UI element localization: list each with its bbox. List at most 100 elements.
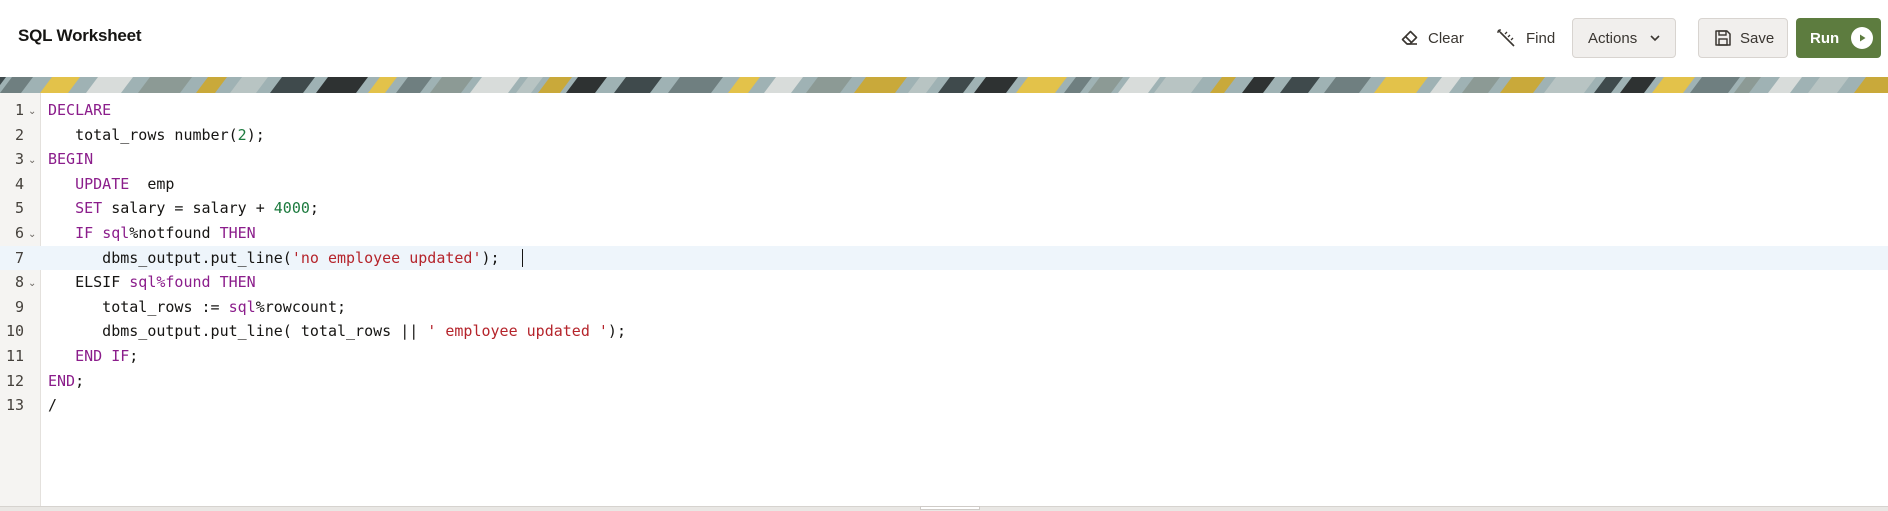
code-token: sql bbox=[102, 223, 130, 242]
code-text: ELSIF sql%found THEN bbox=[48, 270, 256, 295]
code-text: dbms_output.put_line('no employee update… bbox=[48, 246, 523, 271]
code-text: END IF; bbox=[48, 344, 138, 369]
code-token: total_rows := bbox=[48, 297, 229, 316]
code-editor[interactable]: 1 ⌄ DECLARE 2 total_rows number(2); 3 ⌄ BEGIN 4… bbox=[0, 93, 1888, 506]
page-title: SQL Worksheet bbox=[18, 26, 142, 45]
actions-menu-button[interactable]: Actions bbox=[1572, 18, 1676, 58]
code-token: THEN bbox=[219, 273, 256, 292]
code-token: SET bbox=[75, 199, 103, 218]
code-token: 4000 bbox=[273, 199, 310, 218]
magic-wand-icon bbox=[1496, 28, 1518, 48]
code-text: dbms_output.put_line( total_rows || ' em… bbox=[48, 319, 626, 344]
code-line[interactable]: 11 END IF; bbox=[0, 344, 1888, 369]
code-line[interactable]: 7 dbms_output.put_line('no employee upda… bbox=[0, 245, 1888, 271]
code-token: ); bbox=[246, 125, 265, 144]
code-text: END; bbox=[48, 369, 84, 394]
code-line[interactable]: 8 ⌄ ELSIF sql%found THEN bbox=[0, 270, 1888, 295]
text-cursor bbox=[521, 249, 523, 268]
find-label: Find bbox=[1526, 29, 1556, 47]
clear-button[interactable]: Clear bbox=[1400, 18, 1464, 58]
code-text: SET salary = salary + 4000; bbox=[48, 196, 319, 221]
code-line[interactable]: 6 ⌄ IF sql%notfound THEN bbox=[0, 221, 1888, 246]
chevron-down-icon bbox=[1649, 34, 1661, 42]
code-token: END bbox=[75, 346, 103, 365]
worksheet-header: SQL Worksheet Clear Find Actions Save Ru… bbox=[0, 0, 1888, 77]
line-number: 6 bbox=[14, 223, 24, 242]
code-text: UPDATE emp bbox=[48, 172, 174, 197]
find-button[interactable]: Find bbox=[1496, 18, 1555, 58]
code-token: ; bbox=[309, 199, 319, 218]
code-line[interactable]: 12 END; bbox=[0, 369, 1888, 394]
code-token: DECLARE bbox=[48, 101, 112, 119]
code-token: sql bbox=[129, 273, 157, 292]
code-line[interactable]: 5 SET salary = salary + 4000; bbox=[0, 196, 1888, 221]
code-text: total_rows number(2); bbox=[48, 123, 265, 148]
code-text: IF sql%notfound THEN bbox=[48, 221, 256, 246]
code-token: %found bbox=[156, 273, 220, 292]
code-line[interactable]: 2 total_rows number(2); bbox=[0, 123, 1888, 148]
line-number: 2 bbox=[14, 125, 24, 144]
code-text: / bbox=[48, 393, 57, 418]
line-number: 9 bbox=[14, 297, 24, 316]
line-number: 12 bbox=[5, 371, 24, 390]
code-text: total_rows := sql%rowcount; bbox=[48, 295, 346, 320]
code-token: ); bbox=[481, 248, 500, 267]
code-token: IF bbox=[111, 346, 130, 365]
code-token: BEGIN bbox=[48, 150, 94, 169]
code-line[interactable]: 1 ⌄ DECLARE bbox=[0, 98, 1888, 123]
code-lines[interactable]: 1 ⌄ DECLARE 2 total_rows number(2); 3 ⌄ BEGIN 4… bbox=[0, 98, 1888, 418]
code-token: / bbox=[48, 396, 58, 415]
run-label: Run bbox=[1810, 29, 1840, 47]
run-button[interactable]: Run bbox=[1796, 18, 1881, 58]
code-token: %notfound bbox=[129, 223, 220, 242]
code-line[interactable]: 3 ⌄ BEGIN bbox=[0, 147, 1888, 172]
actions-label: Actions bbox=[1588, 29, 1638, 47]
code-text: BEGIN bbox=[48, 147, 93, 172]
save-button[interactable]: Save bbox=[1698, 18, 1788, 58]
code-token: ELSIF bbox=[48, 273, 130, 292]
code-token: THEN bbox=[219, 223, 256, 242]
code-token: %rowcount; bbox=[255, 297, 347, 316]
play-icon bbox=[1851, 27, 1873, 49]
code-token: dbms_output.put_line( bbox=[48, 248, 292, 267]
code-line[interactable]: 10 dbms_output.put_line( total_rows || '… bbox=[0, 319, 1888, 344]
line-number: 1 bbox=[14, 101, 24, 119]
code-token: dbms_output.put_line( total_rows || bbox=[48, 322, 428, 341]
code-token: ' employee updated ' bbox=[427, 322, 608, 341]
code-token: emp bbox=[129, 174, 175, 193]
eraser-icon bbox=[1400, 29, 1420, 47]
code-token: UPDATE bbox=[75, 174, 130, 193]
code-line[interactable]: 9 total_rows := sql%rowcount; bbox=[0, 295, 1888, 320]
code-token: IF bbox=[75, 223, 94, 242]
code-token: ); bbox=[607, 322, 626, 341]
code-token: salary = salary + bbox=[102, 199, 274, 218]
clear-label: Clear bbox=[1428, 29, 1464, 47]
line-number: 8 bbox=[14, 273, 24, 292]
code-line[interactable]: 13 / bbox=[0, 393, 1888, 418]
decorative-banner bbox=[0, 77, 1888, 93]
line-number: 4 bbox=[14, 174, 24, 193]
code-token: 'no employee updated' bbox=[291, 248, 482, 267]
line-number: 5 bbox=[14, 199, 24, 218]
floppy-disk-icon bbox=[1714, 29, 1732, 47]
line-number: 3 bbox=[14, 150, 24, 169]
splitter-handle[interactable] bbox=[920, 506, 980, 510]
code-token: ; bbox=[129, 346, 139, 365]
code-token: 2 bbox=[237, 125, 247, 144]
code-token: sql bbox=[228, 297, 256, 316]
code-token: END bbox=[48, 371, 76, 390]
line-number: 13 bbox=[5, 396, 24, 415]
code-line[interactable]: 4 UPDATE emp bbox=[0, 172, 1888, 197]
save-label: Save bbox=[1740, 29, 1775, 47]
line-number: 7 bbox=[14, 248, 24, 267]
line-number: 11 bbox=[5, 346, 24, 365]
line-number: 10 bbox=[5, 322, 24, 341]
code-text: DECLARE bbox=[48, 98, 111, 123]
code-token: total_rows number( bbox=[48, 125, 238, 144]
